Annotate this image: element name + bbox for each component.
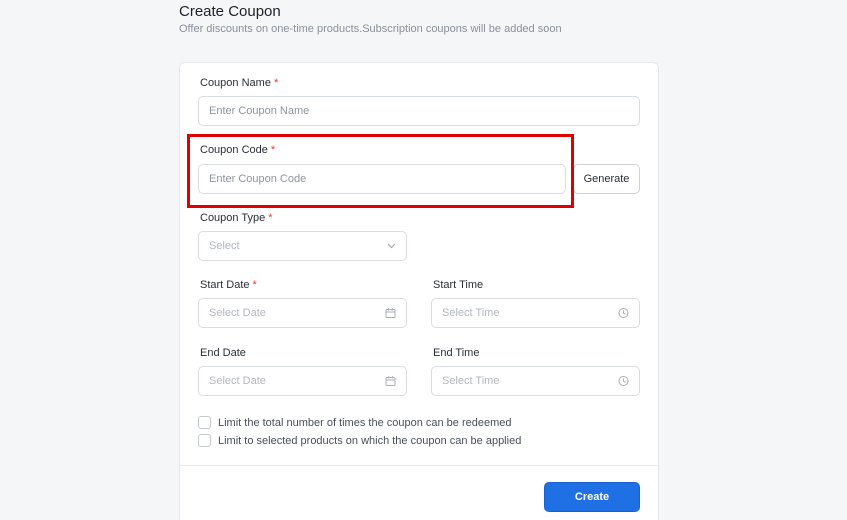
required-mark: * — [252, 279, 257, 291]
end-time-placeholder: Select Time — [442, 375, 500, 387]
limit-products-option[interactable]: Limit to selected products on which the … — [198, 434, 521, 447]
start-time-label: Start Time — [433, 279, 483, 291]
start-time-input[interactable]: Select Time — [431, 298, 640, 328]
page-subtitle: Offer discounts on one-time products.Sub… — [179, 23, 562, 35]
end-date-label: End Date — [200, 347, 246, 359]
coupon-name-label-text: Coupon Name — [200, 77, 271, 89]
end-time-label: End Time — [433, 347, 479, 359]
start-time-placeholder: Select Time — [442, 307, 500, 319]
clock-icon — [618, 308, 629, 319]
coupon-type-select[interactable]: Select — [198, 231, 407, 261]
create-coupon-page: Create Coupon Offer discounts on one-tim… — [0, 0, 847, 520]
required-mark: * — [273, 77, 279, 89]
coupon-type-placeholder: Select — [209, 240, 240, 252]
start-time-label-text: Start Time — [433, 279, 484, 291]
coupon-type-label: Coupon Type * — [200, 212, 273, 224]
coupon-form-card — [179, 62, 659, 520]
coupon-name-input[interactable]: Enter Coupon Name — [198, 96, 640, 126]
end-date-label-text: End Date — [200, 347, 246, 359]
clock-icon — [618, 376, 629, 387]
calendar-icon — [385, 308, 396, 319]
limit-products-checkbox[interactable] — [198, 434, 211, 447]
limit-redemptions-option[interactable]: Limit the total number of times the coup… — [198, 416, 512, 429]
limit-redemptions-label: Limit the total number of times the coup… — [218, 416, 512, 429]
coupon-name-label: Coupon Name * — [200, 77, 278, 89]
end-date-placeholder: Select Date — [209, 375, 266, 387]
calendar-icon — [385, 376, 396, 387]
limit-products-label: Limit to selected products on which the … — [218, 434, 522, 447]
start-date-label-text: Start Date — [200, 279, 250, 291]
required-mark: * — [268, 212, 273, 224]
required-mark: * — [270, 144, 276, 156]
generate-button[interactable]: Generate — [573, 164, 640, 194]
start-date-placeholder: Select Date — [209, 307, 266, 319]
coupon-code-input[interactable]: Enter Coupon Code — [198, 164, 566, 194]
coupon-code-placeholder: Enter Coupon Code — [209, 173, 307, 185]
form-footer-divider — [180, 465, 658, 466]
coupon-code-label-text: Coupon Code — [200, 144, 268, 156]
end-time-input[interactable]: Select Time — [431, 366, 640, 396]
start-date-input[interactable]: Select Date — [198, 298, 407, 328]
coupon-type-label-text: Coupon Type — [200, 212, 266, 224]
coupon-code-label: Coupon Code * — [200, 144, 275, 156]
limit-redemptions-checkbox[interactable] — [198, 416, 211, 429]
page-title: Create Coupon — [179, 3, 281, 20]
chevron-down-icon — [387, 243, 396, 249]
coupon-name-placeholder: Enter Coupon Name — [209, 105, 310, 117]
start-date-label: Start Date * — [200, 279, 257, 291]
create-button[interactable]: Create — [544, 482, 640, 512]
end-date-input[interactable]: Select Date — [198, 366, 407, 396]
end-time-label-text: End Time — [433, 347, 480, 359]
